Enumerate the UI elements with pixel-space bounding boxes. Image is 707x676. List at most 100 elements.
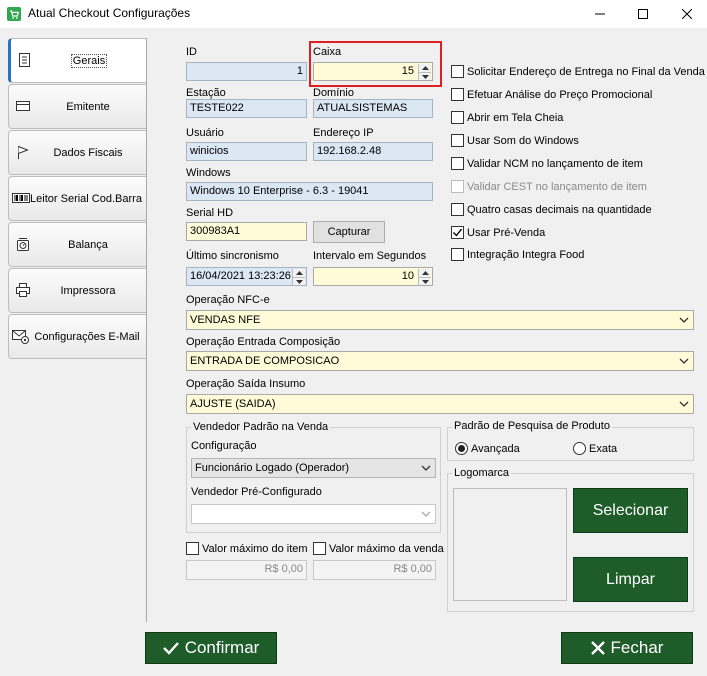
capturar-button[interactable]: Capturar	[313, 221, 385, 243]
radio-button[interactable]	[573, 442, 586, 455]
option-quatro-casas[interactable]: Quatro casas decimais na quantidade	[451, 203, 652, 216]
option-integra-food[interactable]: Integração Integra Food	[451, 248, 584, 261]
option-label: Efetuar Análise do Preço Promocional	[467, 88, 653, 101]
checkbox[interactable]	[451, 65, 464, 78]
spin-up-icon[interactable]	[419, 64, 431, 72]
checkbox[interactable]	[451, 203, 464, 216]
intervalo-spinner[interactable]: 10	[313, 267, 433, 286]
minimize-button[interactable]	[577, 0, 623, 28]
spin-down-icon[interactable]	[419, 72, 431, 80]
configuracao-select[interactable]: Funcionário Logado (Operador)	[191, 458, 436, 478]
tab-label: Gerais	[70, 53, 108, 68]
option-solicitar-endereco[interactable]: Solicitar Endereço de Entrega no Final d…	[451, 65, 705, 78]
windows-label: Windows	[186, 167, 231, 179]
radio-button-selected[interactable]	[455, 442, 468, 455]
caixa-spinner[interactable]: 15	[313, 62, 433, 81]
vendedor-group-title: Vendedor Padrão na Venda	[191, 421, 331, 433]
checkbox[interactable]	[451, 157, 464, 170]
configuracao-label: Configuração	[191, 440, 257, 452]
option-tela-cheia[interactable]: Abrir em Tela Cheia	[451, 111, 563, 124]
flag-icon	[15, 144, 31, 160]
caixa-value: 15	[401, 65, 414, 77]
checkbox[interactable]	[313, 542, 326, 555]
option-validar-ncm[interactable]: Validar NCM no lançamento de item	[451, 157, 643, 170]
tab-label: Impressora	[60, 284, 116, 297]
endereco-ip-value: 192.168.2.48	[317, 145, 382, 157]
estacao-label: Estação	[186, 87, 226, 99]
usuario-label: Usuário	[186, 127, 224, 139]
valor-maximo-item-value: R$ 0,00	[264, 563, 303, 575]
valor-maximo-item-label: Valor máximo do item	[202, 542, 308, 555]
tab-label: Emitente	[66, 100, 110, 113]
selecionar-label: Selecionar	[592, 501, 669, 519]
radio-avancada[interactable]: Avançada	[455, 442, 520, 455]
spin-down-icon[interactable]	[419, 277, 431, 285]
maximize-button[interactable]	[620, 0, 666, 28]
tab-impressora[interactable]: Impressora	[8, 268, 147, 313]
operacao-saida-select[interactable]: AJUSTE (SAIDA)	[186, 394, 694, 414]
windows-field[interactable]: Windows 10 Enterprise - 6.3 - 19041	[186, 182, 433, 201]
intervalo-label: Intervalo em Segundos	[313, 250, 427, 262]
confirmar-label: Confirmar	[184, 638, 260, 657]
chevron-down-icon	[679, 358, 689, 364]
option-analise-preco[interactable]: Efetuar Análise do Preço Promocional	[451, 88, 652, 101]
checkbox[interactable]	[451, 248, 464, 261]
spin-up-icon[interactable]	[293, 269, 305, 277]
option-label: Quatro casas decimais na quantidade	[467, 203, 652, 216]
tab-leitor-serial[interactable]: Leitor Serial Cod.Barra	[8, 176, 147, 221]
tab-label: Dados Fiscais	[53, 146, 123, 159]
checkbox[interactable]	[186, 542, 199, 555]
ultimo-sincronismo-field[interactable]: 16/04/2021 13:23:26	[186, 267, 307, 286]
valor-maximo-item-checkbox[interactable]: Valor máximo do item	[186, 542, 308, 555]
serial-hd-field[interactable]: 300983A1	[186, 222, 307, 241]
operacao-entrada-select[interactable]: ENTRADA DE COMPOSICAO	[186, 351, 694, 371]
tab-label: Configurações E-Mail	[34, 330, 140, 343]
operacao-saida-value: AJUSTE (SAIDA)	[190, 398, 276, 410]
vendedor-pre-configurado-select[interactable]	[191, 504, 436, 524]
radio-exata-label: Exata	[589, 442, 618, 455]
checkbox-checked[interactable]	[451, 226, 464, 239]
operacao-nfce-select[interactable]: VENDAS NFE	[186, 310, 694, 330]
radio-exata[interactable]: Exata	[573, 442, 617, 455]
dominio-field[interactable]: ATUALSISTEMAS	[313, 99, 433, 118]
windows-value: Windows 10 Enterprise - 6.3 - 19041	[190, 185, 369, 197]
spin-down-icon[interactable]	[293, 277, 305, 285]
id-field[interactable]: 1	[186, 62, 307, 81]
option-label: Validar CEST no lançamento de item	[467, 180, 647, 193]
maximize-icon	[638, 9, 648, 19]
cart-icon	[7, 7, 21, 21]
tab-dados-fiscais[interactable]: Dados Fiscais	[8, 130, 147, 175]
intervalo-spin-buttons[interactable]	[418, 269, 431, 285]
option-pre-venda[interactable]: Usar Pré-Venda	[451, 226, 545, 239]
close-button[interactable]	[664, 0, 707, 28]
option-label: Usar Som do Windows	[467, 134, 579, 147]
option-som-windows[interactable]: Usar Som do Windows	[451, 134, 579, 147]
limpar-button[interactable]: Limpar	[573, 557, 688, 602]
estacao-field[interactable]: TESTE022	[186, 99, 307, 118]
confirmar-button[interactable]: Confirmar	[145, 632, 277, 664]
checkbox[interactable]	[451, 134, 464, 147]
valor-maximo-venda-checkbox[interactable]: Valor máximo da venda	[313, 542, 444, 555]
chevron-down-icon	[679, 401, 689, 407]
tab-gerais[interactable]: Gerais	[8, 38, 147, 83]
selecionar-button[interactable]: Selecionar	[573, 488, 688, 533]
title-bar: Atual Checkout Configurações	[0, 0, 707, 28]
sincronismo-spin-buttons[interactable]	[292, 269, 305, 285]
serial-hd-label: Serial HD	[186, 207, 234, 219]
tab-configuracoes-email[interactable]: Configurações E-Mail	[8, 314, 147, 359]
checkbox[interactable]	[451, 111, 464, 124]
tab-emitente[interactable]: Emitente	[8, 84, 147, 129]
ultimo-sincronismo-label: Último sincronismo	[186, 250, 279, 262]
checkbox[interactable]	[451, 88, 464, 101]
id-value: 1	[296, 65, 303, 77]
caixa-spin-buttons[interactable]	[418, 64, 431, 80]
fechar-button[interactable]: Fechar	[561, 632, 693, 664]
endereco-ip-label: Endereço IP	[313, 127, 374, 139]
radio-avancada-label: Avançada	[471, 442, 520, 455]
endereco-ip-field[interactable]: 192.168.2.48	[313, 142, 433, 161]
close-icon	[590, 641, 605, 655]
usuario-field[interactable]: winicios	[186, 142, 307, 161]
spin-up-icon[interactable]	[419, 269, 431, 277]
tab-label: Leitor Serial Cod.Barra	[30, 192, 142, 205]
tab-balanca[interactable]: Balança	[8, 222, 147, 267]
